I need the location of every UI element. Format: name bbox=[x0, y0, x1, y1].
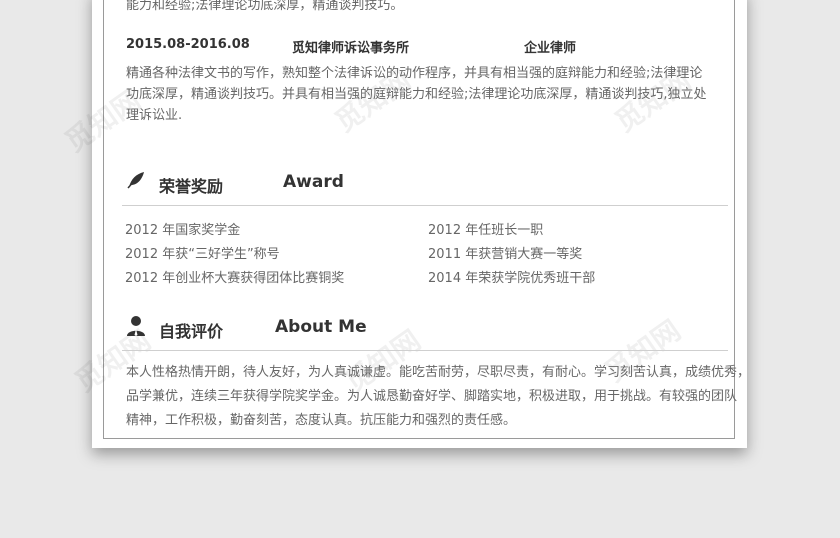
award-item: 2012 年任班长一职 bbox=[428, 223, 544, 238]
award-item: 2014 年荣获学院优秀班干部 bbox=[428, 271, 596, 286]
about-line: 本人性格热情开朗，待人友好，为人真诚谦虚。能吃苦耐劳，尽职尽责，有耐心。学习刻苦… bbox=[126, 365, 751, 380]
award-item: 2012 年创业杯大赛获得团体比赛铜奖 bbox=[125, 271, 345, 286]
award-section-title: 荣誉奖励 bbox=[159, 177, 224, 196]
award-item: 2012 年获“三好学生”称号 bbox=[125, 247, 280, 262]
job-company: 觅知律师诉讼事务所 bbox=[292, 41, 410, 56]
job-position: 企业律师 bbox=[524, 41, 577, 56]
about-line: 品学兼优，连续三年获得学院奖学金。为人诚恳勤奋好学、脚踏实地，积极进取，用于挑战… bbox=[126, 389, 738, 404]
job-desc-line: 功底深厚，精通谈判技巧。并具有相当强的庭辩能力和经验;法律理论功底深厚，精通谈判… bbox=[126, 87, 707, 102]
job-date: 2015.08-2016.08 bbox=[126, 37, 250, 52]
job-desc-line: 精通各种法律文书的写作，熟知整个法律诉讼的动作程序，并具有相当强的庭辩能力和经验… bbox=[126, 66, 703, 81]
about-section-title: 自我评价 bbox=[159, 322, 224, 341]
experience-desc-cut: 能力和经验;法律理论功底深厚，精通谈判技巧。 bbox=[126, 0, 404, 13]
award-item: 2012 年国家奖学金 bbox=[125, 223, 241, 238]
leaf-icon bbox=[126, 170, 146, 190]
about-section-title-en: About Me bbox=[275, 317, 367, 337]
about-line: 精神，工作积极，勤奋刻苦，态度认真。抗压能力和强烈的责任感。 bbox=[126, 413, 517, 428]
section-divider bbox=[122, 205, 728, 206]
person-icon bbox=[126, 315, 146, 337]
section-divider bbox=[122, 350, 728, 351]
job-desc-line: 理诉讼业. bbox=[126, 108, 183, 123]
award-section-title-en: Award bbox=[283, 172, 344, 192]
award-item: 2011 年获营销大赛一等奖 bbox=[428, 247, 583, 262]
